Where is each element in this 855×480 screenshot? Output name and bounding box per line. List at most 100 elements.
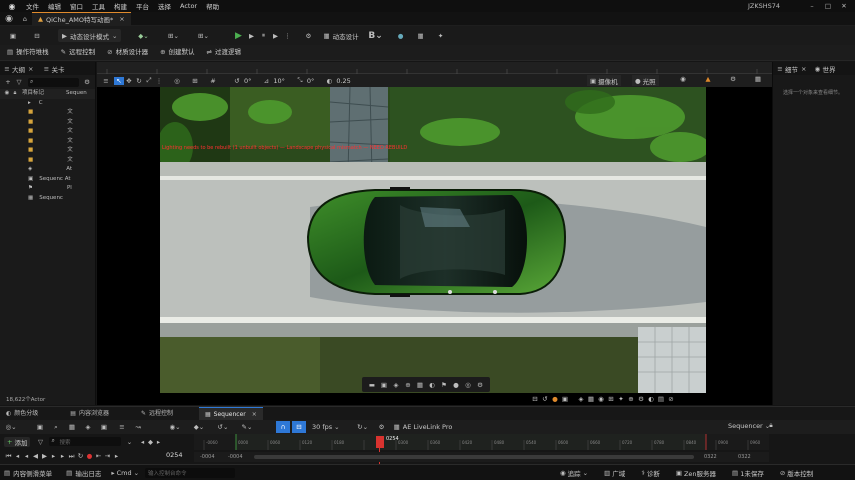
- scale-icon[interactable]: ⤢: [144, 76, 154, 85]
- toolbar-icon[interactable]: ▣: [378, 381, 390, 389]
- outliner-search-input[interactable]: ⌕: [28, 77, 79, 87]
- menu-build[interactable]: 构建: [114, 1, 127, 11]
- toolbar-icon[interactable]: ⚑: [438, 381, 450, 389]
- tree-row[interactable]: ▣ Sequenc At: [28, 175, 95, 185]
- toolbar-icon[interactable]: ⊕: [402, 381, 414, 389]
- viewport-settings-icon[interactable]: ⚙: [727, 75, 739, 83]
- next-icon[interactable]: ▸: [112, 452, 121, 460]
- mode-dropdown[interactable]: ▶ 动态设计模式 ⌄: [58, 29, 122, 42]
- tab-details[interactable]: 细节: [785, 64, 798, 74]
- output-log-button[interactable]: ▤ 输出日志: [66, 468, 101, 478]
- source-control-button[interactable]: ⊘ 版本控制: [780, 468, 813, 478]
- settings-icon[interactable]: ⚙: [82, 78, 92, 86]
- close-tab-icon[interactable]: ×: [252, 408, 257, 421]
- filter-icon[interactable]: ▽: [13, 78, 25, 86]
- lock-icon[interactable]: 🔒︎: [766, 421, 776, 430]
- play-options-icon[interactable]: ▶: [245, 32, 257, 40]
- toolbar-icon[interactable]: ●: [450, 381, 462, 389]
- add-actor-icon[interactable]: ◆⌄: [133, 32, 153, 40]
- playhead[interactable]: [376, 436, 384, 448]
- zen-server-button[interactable]: ▣ Zen服务器: [676, 468, 716, 478]
- loop-icon[interactable]: ↻: [76, 452, 85, 460]
- more-tools-icon[interactable]: ⋮: [154, 77, 164, 85]
- add-icon[interactable]: +: [3, 78, 13, 86]
- tab-outliner[interactable]: 大纲: [12, 64, 25, 74]
- toolbar-icon[interactable]: ▬: [366, 381, 378, 389]
- rotate-icon[interactable]: ↻: [134, 77, 144, 85]
- keyframe-prev-icon[interactable]: ◂: [138, 438, 146, 446]
- tab-color-grading[interactable]: ◐ 颜色分级: [0, 407, 44, 420]
- toolbar-icon[interactable]: ◈: [390, 381, 402, 389]
- keyframe-next-icon[interactable]: ▸: [154, 438, 162, 446]
- play-reverse-icon[interactable]: ◀: [31, 452, 40, 460]
- world-icon[interactable]: ◎: [172, 77, 182, 85]
- play-icon[interactable]: ▶: [40, 452, 49, 460]
- toolbar-icon[interactable]: ▦: [414, 381, 426, 389]
- tree-row[interactable]: ▸ C: [28, 99, 95, 109]
- tree-row[interactable]: ■ 文: [28, 127, 95, 137]
- livelink-button[interactable]: ▦ AE LiveLink Pro: [394, 423, 453, 431]
- stat-icon[interactable]: ⊘: [666, 395, 676, 403]
- range-scrollbar[interactable]: [254, 455, 694, 459]
- maximize-icon[interactable]: □: [822, 0, 834, 12]
- skip-start-icon[interactable]: ⏮: [4, 452, 13, 461]
- tree-row[interactable]: ◈ At: [28, 165, 95, 175]
- prev-frame-icon[interactable]: ◂: [22, 452, 31, 460]
- tab-world[interactable]: 世界: [822, 64, 835, 74]
- scale-snap-icon[interactable]: ⤡: [295, 76, 305, 85]
- jump-end-icon[interactable]: ⇥: [103, 452, 112, 460]
- filter-icon[interactable]: ▽: [34, 438, 46, 446]
- shortcut-material-designer[interactable]: ⊘ 材质设计器: [104, 47, 151, 58]
- viewport-layout-icon[interactable]: ▦: [752, 75, 764, 83]
- eye-icon[interactable]: ◉: [3, 89, 11, 99]
- tree-row[interactable]: ■ 文: [28, 108, 95, 118]
- loop-icon[interactable]: ↻⌄: [354, 423, 372, 431]
- close-tab-icon[interactable]: ×: [28, 65, 33, 73]
- world-icon[interactable]: ◎⌄: [4, 423, 18, 431]
- viewport-menu-icon[interactable]: ≡: [101, 77, 111, 85]
- jump-start-icon[interactable]: ⇤: [94, 452, 103, 460]
- open-folder-icon[interactable]: ⊟: [30, 32, 44, 40]
- play-button[interactable]: ▶: [231, 31, 245, 41]
- record-icon[interactable]: ●: [85, 452, 94, 460]
- keyframe-icon[interactable]: ◆⌄: [190, 423, 208, 431]
- close-icon[interactable]: ✕: [838, 0, 850, 12]
- globe-icon[interactable]: ●: [395, 32, 407, 40]
- select-icon[interactable]: ↖: [114, 76, 124, 85]
- grid-icon[interactable]: ▦: [415, 32, 427, 40]
- toolbar-icon[interactable]: ⚙: [474, 381, 486, 389]
- diagnostics-button[interactable]: ⚕ 诊断: [641, 468, 660, 478]
- menu-platform[interactable]: 平台: [136, 1, 149, 11]
- tab-sequencer[interactable]: ▦ Sequencer ×: [199, 407, 263, 420]
- current-frame-field[interactable]: 0254: [166, 451, 183, 459]
- save-icon[interactable]: ▣: [34, 423, 46, 431]
- home-icon[interactable]: ⌂: [18, 12, 32, 26]
- rotation-snap-icon[interactable]: ↺: [232, 77, 242, 85]
- more-play-icon[interactable]: ⋮: [281, 32, 293, 40]
- minimize-icon[interactable]: –: [806, 0, 818, 12]
- warning-icon[interactable]: ▲: [702, 75, 714, 83]
- fps-dropdown[interactable]: 30 fps ⌄: [312, 423, 340, 431]
- search-icon[interactable]: ⌕: [50, 423, 62, 432]
- shortcut-transition-logic[interactable]: ⇌ 过渡逻辑: [204, 47, 244, 58]
- trace-button[interactable]: ◉ 追踪 ⌄: [560, 468, 588, 478]
- stat-icon[interactable]: ◐: [646, 395, 656, 403]
- menu-help[interactable]: 帮助: [206, 1, 219, 11]
- cmd-dropdown[interactable]: ▸ Cmd ⌄: [111, 469, 139, 477]
- stat-icon[interactable]: ▣: [560, 395, 570, 403]
- tree-row[interactable]: ■ 文: [28, 146, 95, 156]
- menu-select[interactable]: 选择: [158, 1, 171, 11]
- tree-row[interactable]: ■ 文: [28, 118, 95, 128]
- derived-data-button[interactable]: ▥ 广域: [604, 468, 625, 478]
- shortcut-operator-stack[interactable]: ▤ 操作符堆栈: [4, 47, 52, 58]
- save-icon[interactable]: ▣: [6, 32, 20, 40]
- snap-settings-icon[interactable]: ⊟: [292, 421, 306, 433]
- edit-icon[interactable]: ✎⌄: [238, 423, 256, 431]
- toolbar-icon[interactable]: ◎: [462, 381, 474, 389]
- tree-row[interactable]: ■ 文: [28, 137, 95, 147]
- blueprint-icon[interactable]: ⊞⌄: [163, 32, 183, 40]
- camera-dropdown[interactable]: ▣ 摄像机: [587, 75, 621, 86]
- surface-snap-icon[interactable]: ⊞: [190, 77, 200, 85]
- curve-icon[interactable]: ↝: [132, 423, 144, 431]
- tab-content-browser[interactable]: ▤ 内容浏览器: [64, 407, 115, 420]
